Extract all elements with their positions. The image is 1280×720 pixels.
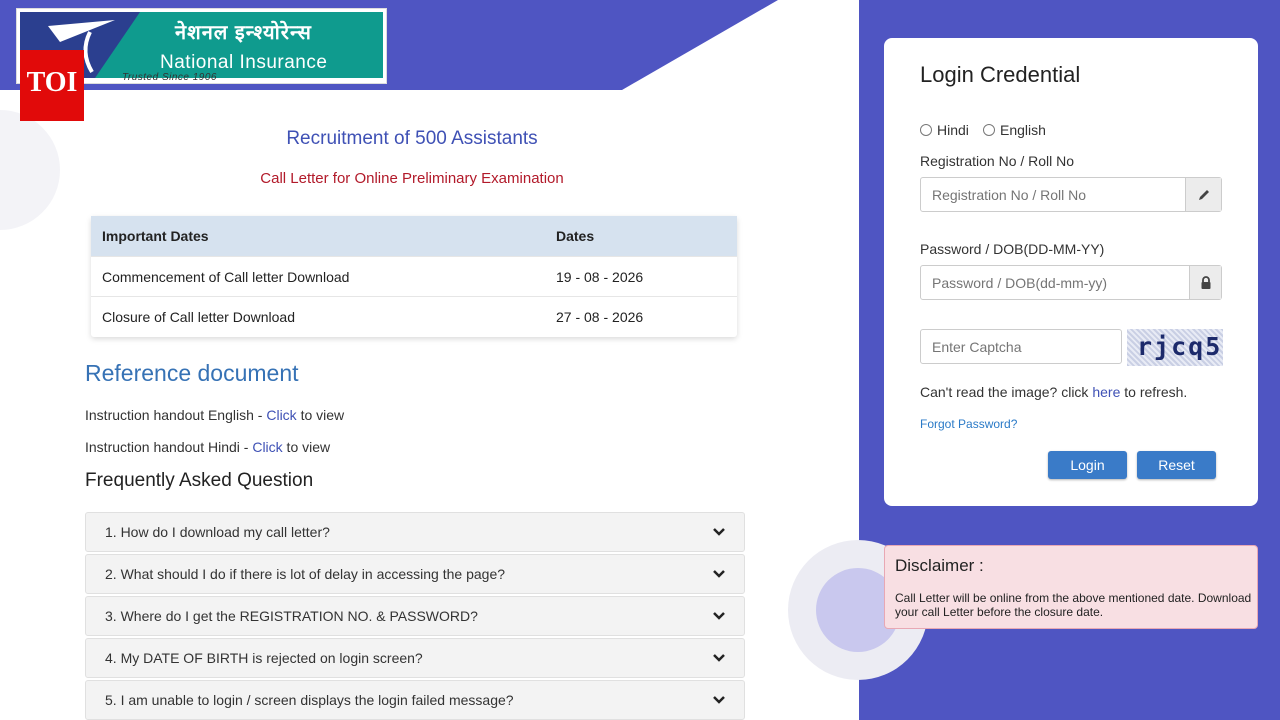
disclaimer-title: Disclaimer : — [895, 556, 984, 575]
registration-input[interactable] — [921, 178, 1185, 211]
chevron-down-icon — [713, 654, 725, 662]
logo-tagline: Trusted Since 1906 — [122, 72, 217, 83]
lock-icon — [1201, 275, 1210, 289]
forgot-password-link[interactable]: Forgot Password? — [920, 417, 1017, 431]
chevron-down-icon — [713, 570, 725, 578]
password-input[interactable] — [921, 266, 1189, 299]
logo-hindi-text: नेशनल इन्श्योरेन्स — [175, 22, 312, 44]
hindi-radio[interactable] — [920, 124, 932, 136]
table-cell-label: Commencement of Call letter Download — [102, 268, 350, 285]
reset-button[interactable]: Reset — [1137, 451, 1216, 479]
table-row: Commencement of Call letter Download 19 … — [91, 257, 737, 297]
faq-question: 1. How do I download my call letter? — [105, 524, 330, 540]
faq-item[interactable]: 1. How do I download my call letter? — [85, 512, 745, 552]
faq-heading: Frequently Asked Question — [85, 470, 314, 491]
page-title: Recruitment of 500 Assistants — [286, 128, 538, 149]
reference-item-hindi: Instruction handout Hindi - Click to vie… — [85, 439, 330, 455]
disclaimer-box: Disclaimer : Call Letter will be online … — [884, 545, 1258, 629]
english-handout-link[interactable]: Click — [266, 407, 296, 423]
reference-item-suffix: to view — [296, 407, 345, 423]
registration-input-group — [920, 177, 1222, 212]
registration-label: Registration No / Roll No — [920, 153, 1075, 169]
chevron-down-icon — [713, 612, 725, 620]
table-header-cell: Dates — [556, 228, 595, 244]
logo-english-text: National Insurance — [160, 52, 328, 73]
faq-question: 2. What should I do if there is lot of d… — [105, 566, 506, 582]
captcha-text: rjcq5 — [1137, 332, 1223, 361]
faq-item[interactable]: 3. Where do I get the REGISTRATION NO. &… — [85, 596, 745, 636]
chevron-down-icon — [713, 528, 725, 536]
faq-question: 5. I am unable to login / screen display… — [105, 692, 514, 708]
login-title: Login Credential — [920, 62, 1081, 87]
table-header-cell: Important Dates — [102, 228, 209, 244]
language-option-hindi[interactable]: Hindi — [920, 122, 969, 138]
password-input-group — [920, 265, 1222, 300]
hindi-label: Hindi — [937, 122, 969, 138]
captcha-refresh-line: Can't read the image? click here to refr… — [920, 384, 1187, 400]
table-header-row: Important Dates Dates — [91, 216, 737, 257]
captcha-refresh-link[interactable]: here — [1092, 384, 1120, 400]
pencil-icon — [1198, 189, 1209, 200]
chevron-down-icon — [713, 696, 725, 704]
reference-item-text: Instruction handout Hindi - — [85, 439, 253, 455]
password-label: Password / DOB(DD-MM-YY) — [920, 241, 1105, 257]
table-cell-label: Closure of Call letter Download — [102, 309, 295, 325]
refresh-suffix: to refresh. — [1120, 384, 1188, 400]
reference-item-english: Instruction handout English - Click to v… — [85, 407, 344, 423]
reference-item-suffix: to view — [282, 439, 331, 455]
faq-item[interactable]: 2. What should I do if there is lot of d… — [85, 554, 745, 594]
reference-document-heading: Reference document — [85, 360, 299, 386]
login-button[interactable]: Login — [1048, 451, 1127, 479]
table-cell-date: 19 - 08 - 2026 — [556, 268, 644, 285]
page-subtitle: Call Letter for Online Preliminary Exami… — [260, 170, 564, 187]
faq-item[interactable]: 4. My DATE OF BIRTH is rejected on login… — [85, 638, 745, 678]
reference-item-text: Instruction handout English - — [85, 407, 267, 423]
table-row: Closure of Call letter Download 27 - 08 … — [91, 297, 737, 337]
language-option-english[interactable]: English — [983, 122, 1046, 138]
registration-addon — [1185, 178, 1221, 211]
table-cell-date: 27 - 08 - 2026 — [556, 309, 644, 325]
decorative-circle — [0, 110, 60, 230]
refresh-text: Can't read the image? click — [920, 384, 1093, 400]
captcha-image: rjcq5 — [1127, 329, 1223, 366]
hindi-handout-link[interactable]: Click — [252, 439, 282, 455]
important-dates-table: Important Dates Dates Commencement of Ca… — [91, 216, 737, 337]
disclaimer-text: Call Letter will be online from the abov… — [895, 591, 1252, 619]
english-radio[interactable] — [983, 124, 995, 136]
login-card: Login Credential Hindi English Registrat… — [884, 38, 1258, 506]
toi-badge: TOI — [20, 50, 84, 121]
password-addon — [1189, 266, 1221, 299]
faq-question: 3. Where do I get the REGISTRATION NO. &… — [105, 608, 478, 624]
captcha-input[interactable] — [920, 329, 1122, 364]
faq-item[interactable]: 5. I am unable to login / screen display… — [85, 680, 745, 720]
faq-question: 4. My DATE OF BIRTH is rejected on login… — [105, 650, 423, 666]
english-label: English — [1000, 122, 1046, 138]
